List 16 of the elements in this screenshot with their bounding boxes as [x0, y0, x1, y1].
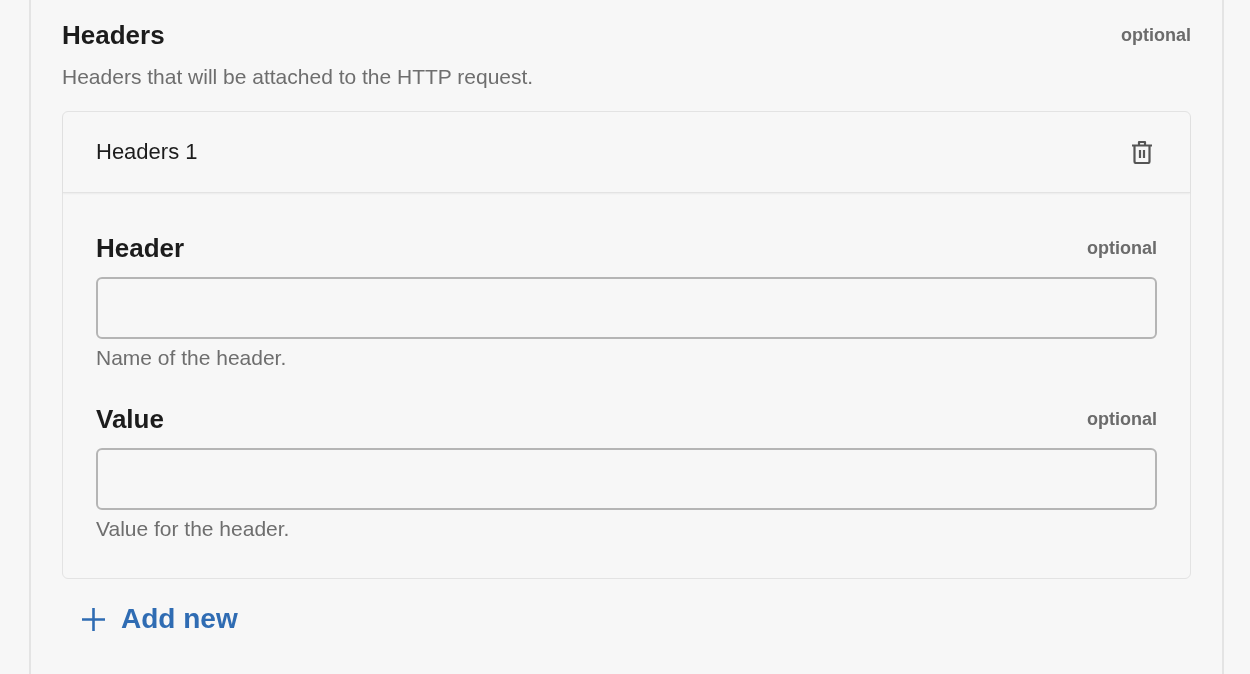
section-title: Headers [62, 19, 165, 52]
text-input[interactable] [96, 448, 1157, 510]
text-input[interactable] [96, 277, 1157, 339]
card-title: Headers 1 [96, 138, 198, 166]
optional-label: optional [1087, 237, 1157, 260]
add-new-button[interactable]: Add new [62, 599, 238, 639]
field-label: Header [96, 232, 185, 265]
plus-icon [82, 607, 105, 631]
section-description: Headers that will be attached to the HTTP request. [62, 64, 535, 90]
optional-label: optional [1121, 24, 1191, 47]
trash-icon [1131, 140, 1153, 164]
delete-button[interactable] [1131, 140, 1153, 164]
help-text: Name of the header. [96, 345, 288, 371]
optional-label: optional [1087, 408, 1157, 431]
field-label: Value [96, 403, 164, 436]
help-text: Value for the header. [96, 516, 291, 542]
